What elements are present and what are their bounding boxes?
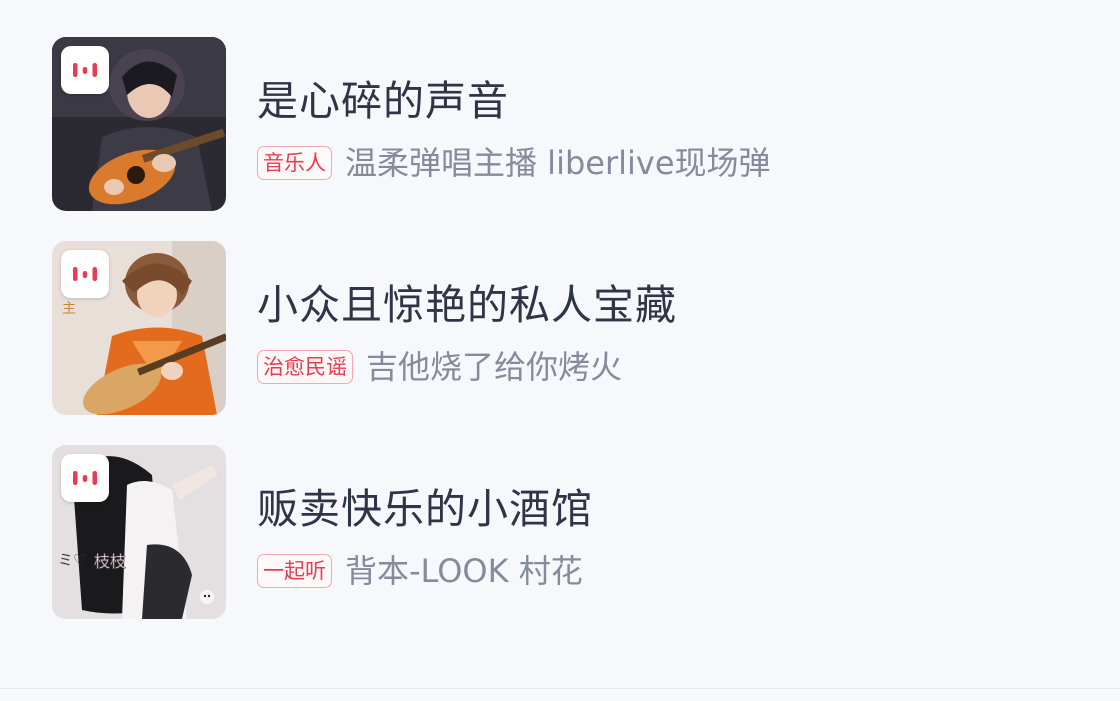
divider — [0, 688, 1120, 689]
playlist-item[interactable]: ミ♡ 枝枝 贩卖快乐的小酒馆 一起听 背本-LOOK 村花 — [52, 445, 1092, 619]
playlist-cover[interactable]: 主 — [52, 241, 226, 415]
music-app-logo-icon — [61, 46, 109, 94]
playlist-list: 是心碎的声音 音乐人 温柔弹唱主播 liberlive现场弹 主 小众且惊艳的私… — [52, 37, 1092, 649]
playlist-description: 吉他烧了给你烤火 — [366, 348, 623, 386]
svg-text:ミ♡: ミ♡ — [58, 551, 86, 569]
playlist-cover[interactable]: ミ♡ 枝枝 — [52, 445, 226, 619]
playlist-tag: 治愈民谣 — [257, 350, 353, 384]
playlist-cover[interactable] — [52, 37, 226, 211]
playlist-title: 贩卖快乐的小酒馆 — [257, 485, 593, 533]
playlist-description: 温柔弹唱主播 liberlive现场弹 — [345, 144, 771, 182]
svg-text:主: 主 — [62, 301, 76, 317]
playlist-subtitle: 治愈民谣 吉他烧了给你烤火 — [257, 347, 622, 387]
music-app-logo-icon — [61, 454, 109, 502]
playlist-tag: 音乐人 — [257, 146, 332, 180]
playlist-description: 背本-LOOK 村花 — [345, 552, 583, 590]
playlist-tag: 一起听 — [257, 554, 332, 588]
playlist-item[interactable]: 是心碎的声音 音乐人 温柔弹唱主播 liberlive现场弹 — [52, 37, 1092, 211]
playlist-item[interactable]: 主 小众且惊艳的私人宝藏 治愈民谣 吉他烧了给你烤火 — [52, 241, 1092, 415]
svg-text:枝枝: 枝枝 — [94, 552, 126, 571]
playlist-title: 小众且惊艳的私人宝藏 — [257, 281, 677, 329]
playlist-subtitle: 音乐人 温柔弹唱主播 liberlive现场弹 — [257, 143, 771, 183]
playlist-subtitle: 一起听 背本-LOOK 村花 — [257, 551, 583, 591]
playlist-title: 是心碎的声音 — [257, 77, 509, 125]
music-app-logo-icon — [61, 250, 109, 298]
